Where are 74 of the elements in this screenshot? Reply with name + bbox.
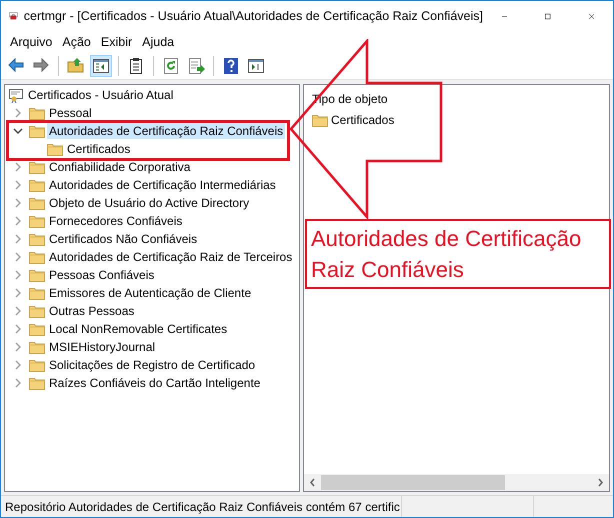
toolbar-button[interactable] bbox=[90, 55, 112, 77]
folder-icon bbox=[29, 376, 45, 390]
folder-icon bbox=[29, 196, 45, 210]
tree-item[interactable]: Autoridades de Certificação Intermediárias bbox=[47, 177, 278, 193]
help-icon bbox=[222, 57, 240, 75]
tree-item[interactable]: Pessoal bbox=[47, 105, 94, 121]
tree-item[interactable]: Fornecedores Confiáveis bbox=[47, 213, 184, 229]
maximize-icon[interactable] bbox=[545, 10, 551, 22]
folder-icon bbox=[29, 214, 45, 228]
tree-item[interactable]: Objeto de Usuário do Active Directory bbox=[47, 195, 252, 211]
certificate-store-icon bbox=[8, 87, 24, 103]
callout-label: Autoridades de Certificação Raiz Confiáveis bbox=[305, 219, 611, 289]
tree-item[interactable]: Local NonRemovable Certificates bbox=[47, 321, 230, 337]
folder-up-icon bbox=[67, 57, 85, 75]
tree-item[interactable]: Solicitações de Registro de Certificado bbox=[47, 357, 258, 373]
folder-icon bbox=[29, 304, 45, 318]
export-list-icon bbox=[187, 57, 205, 75]
folder-icon bbox=[47, 142, 63, 156]
close-icon[interactable] bbox=[588, 10, 594, 22]
menu-item[interactable]: Ajuda bbox=[137, 32, 180, 52]
status-text: Repositório Autoridades de Certificação Raiz Confiáveis contém 67 certific bbox=[1, 496, 402, 517]
folder-icon bbox=[29, 358, 45, 372]
chevron-right-icon[interactable] bbox=[13, 108, 23, 118]
horizontal-scrollbar[interactable] bbox=[304, 474, 609, 491]
scroll-left-icon[interactable] bbox=[309, 478, 316, 487]
back-arrow-icon bbox=[7, 57, 25, 75]
folder-icon bbox=[29, 340, 45, 354]
chevron-right-icon[interactable] bbox=[13, 180, 23, 190]
chevron-right-icon[interactable] bbox=[13, 306, 23, 316]
folder-icon bbox=[29, 250, 45, 264]
chevron-right-icon[interactable] bbox=[13, 378, 23, 388]
action-pane-icon bbox=[247, 57, 265, 75]
chevron-right-icon[interactable] bbox=[13, 288, 23, 298]
tree-item[interactable]: Autoridades de Certificação Raiz Confiáveis bbox=[47, 123, 286, 139]
tree-item[interactable]: Certificados Não Confiáveis bbox=[47, 231, 200, 247]
tree-item[interactable]: Raízes Confiáveis do Cartão Inteligente bbox=[47, 375, 262, 391]
chevron-right-icon[interactable] bbox=[13, 216, 23, 226]
chevron-right-icon[interactable] bbox=[13, 198, 23, 208]
folder-icon bbox=[29, 232, 45, 246]
tree-item[interactable]: Confiabilidade Corporativa bbox=[47, 159, 192, 175]
tree-item[interactable]: Autoridades de Certificação Raiz de Terceiros bbox=[47, 249, 294, 265]
folder-icon bbox=[29, 124, 45, 138]
refresh-icon bbox=[162, 57, 180, 75]
tree-item[interactable]: Emissores de Autenticação de Cliente bbox=[47, 285, 254, 301]
chevron-right-icon[interactable] bbox=[13, 270, 23, 280]
chevron-right-icon[interactable] bbox=[13, 162, 23, 172]
scrollbar-thumb[interactable] bbox=[321, 475, 505, 490]
folder-icon bbox=[312, 113, 328, 127]
window-title: certmgr - [Certificados - Usuário Atual\Autoridades de Certificação Raiz Confiáveis] bbox=[24, 8, 483, 25]
tree-item[interactable]: Certificados - Usuário Atual bbox=[26, 87, 176, 103]
folder-icon bbox=[29, 286, 45, 300]
menu-item[interactable]: Exibir bbox=[96, 32, 138, 52]
chevron-right-icon[interactable] bbox=[13, 234, 23, 244]
folder-icon bbox=[29, 268, 45, 282]
tree-item[interactable]: Pessoas Confiáveis bbox=[47, 267, 156, 283]
tree-item[interactable]: MSIEHistoryJournal bbox=[47, 339, 158, 355]
console-tree-icon bbox=[92, 57, 110, 75]
chevron-down-icon[interactable] bbox=[13, 126, 23, 136]
menu-item[interactable]: Arquivo bbox=[5, 32, 58, 52]
tree-item[interactable]: Certificados bbox=[65, 141, 132, 157]
menu-item[interactable]: Ação bbox=[57, 32, 96, 52]
forward-arrow-icon bbox=[32, 57, 50, 75]
folder-icon bbox=[29, 178, 45, 192]
folder-icon bbox=[29, 160, 45, 174]
list-item[interactable]: Certificados bbox=[331, 111, 394, 129]
chevron-right-icon[interactable] bbox=[13, 360, 23, 370]
chevron-right-icon[interactable] bbox=[13, 342, 23, 352]
tree-item[interactable]: Outras Pessoas bbox=[47, 303, 136, 319]
chevron-right-icon[interactable] bbox=[13, 324, 23, 334]
scroll-right-icon[interactable] bbox=[597, 478, 604, 487]
folder-icon bbox=[29, 322, 45, 336]
clipboard-icon bbox=[127, 57, 145, 75]
chevron-right-icon[interactable] bbox=[13, 252, 23, 262]
folder-icon bbox=[29, 106, 45, 120]
